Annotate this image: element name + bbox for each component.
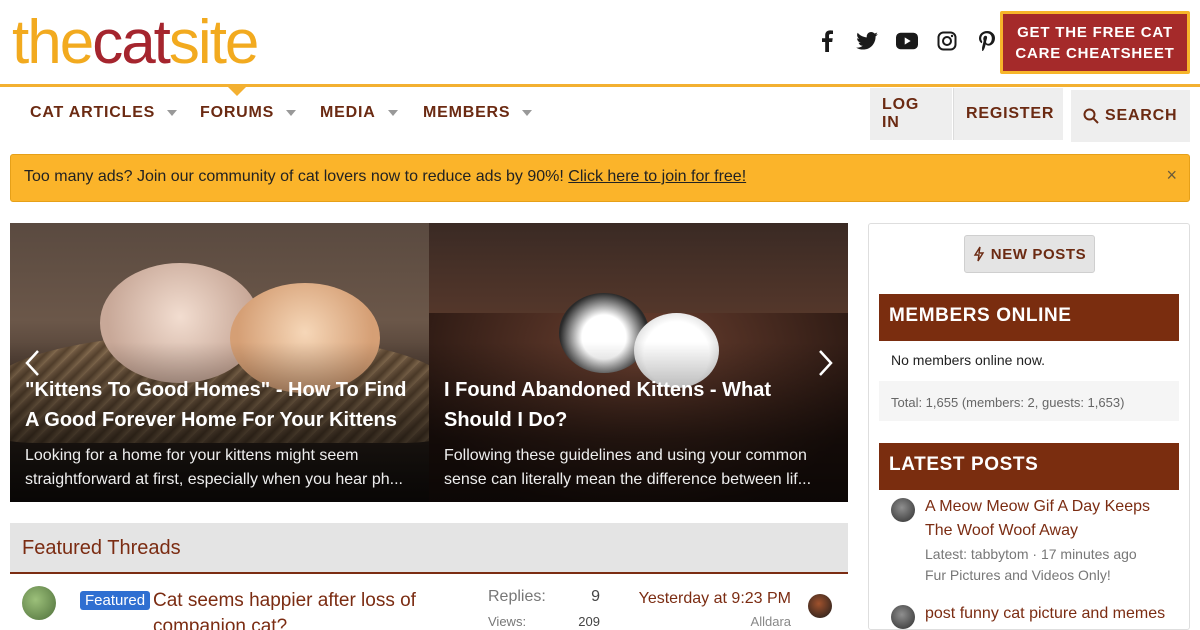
facebook-icon[interactable] — [816, 30, 838, 52]
social-links — [816, 30, 998, 52]
online-status-text: No members online now. — [891, 352, 1046, 368]
nav-forums[interactable]: FORUMS — [200, 104, 297, 122]
logo-part-the: the — [12, 8, 94, 77]
carousel-slide[interactable]: I Found Abandoned Kittens - What Should … — [429, 223, 848, 502]
latest-post-title[interactable]: A Meow Meow Gif A Day Keeps The Woof Woo… — [925, 495, 1179, 543]
latest-posts-heading[interactable]: LATEST POSTS — [879, 443, 1179, 490]
join-link[interactable]: Click here to join for free! — [568, 168, 746, 185]
carousel-prev-icon[interactable] — [24, 349, 40, 385]
nav-members[interactable]: MEMBERS — [423, 104, 533, 122]
article-carousel: "Kittens To Good Homes" - How To Find A … — [10, 223, 848, 502]
thread-title[interactable]: Cat seems happier after loss of companio… — [153, 588, 473, 630]
slide-title[interactable]: "Kittens To Good Homes" - How To Find A … — [25, 375, 420, 435]
logo-part-site: site — [168, 8, 259, 77]
slide-title[interactable]: I Found Abandoned Kittens - What Should … — [444, 375, 839, 435]
new-posts-label: NEW POSTS — [990, 245, 1087, 263]
close-icon[interactable]: × — [1166, 165, 1177, 186]
latest-post-item: A Meow Meow Gif A Day Keeps The Woof Woo… — [879, 495, 1179, 590]
views-count: 209 — [578, 614, 600, 629]
online-total: Total: 1,655 (members: 2, guests: 1,653) — [879, 381, 1179, 421]
latest-post-time[interactable]: Yesterday at 9:23 PM — [639, 590, 791, 608]
avatar[interactable] — [891, 498, 915, 522]
join-notice-banner: Too many ads? Join our community of cat … — [10, 154, 1190, 202]
notice-text: Too many ads? Join our community of cat … — [24, 168, 746, 186]
views-label: Views: — [488, 614, 527, 629]
nav-label: MEMBERS — [423, 104, 511, 121]
youtube-icon[interactable] — [896, 30, 918, 52]
login-button[interactable]: LOG IN — [870, 88, 952, 140]
search-icon — [1083, 108, 1099, 124]
featured-threads: Featured Threads Featured Cat seems happ… — [10, 523, 848, 630]
sidebar: NEW POSTS MEMBERS ONLINE No members onli… — [868, 223, 1190, 630]
avatar[interactable] — [808, 594, 832, 618]
register-button[interactable]: REGISTER — [953, 88, 1063, 140]
instagram-icon[interactable] — [936, 30, 958, 52]
search-label: SEARCH — [1105, 107, 1178, 124]
nav-label: CAT ARTICLES — [30, 104, 156, 121]
main-nav: CAT ARTICLES FORUMS MEDIA MEMBERS LOG IN… — [0, 88, 1200, 142]
replies-count: 9 — [591, 588, 600, 605]
replies-label: Replies: — [488, 588, 546, 605]
featured-heading: Featured Threads — [10, 523, 848, 574]
carousel-slide[interactable]: "Kittens To Good Homes" - How To Find A … — [10, 223, 450, 502]
nav-label: MEDIA — [320, 104, 376, 121]
nav-cat-articles[interactable]: CAT ARTICLES — [30, 104, 178, 122]
site-logo[interactable]: thecatsite — [12, 8, 259, 78]
latest-post-item: post funny cat picture and memes — [879, 602, 1179, 630]
thread-row[interactable]: Featured Cat seems happier after loss of… — [10, 574, 848, 630]
slide-description: Looking for a home for your kittens migh… — [25, 447, 403, 488]
latest-post-user[interactable]: Alldara — [751, 614, 791, 629]
chevron-down-icon[interactable] — [522, 110, 533, 116]
new-posts-button[interactable]: NEW POSTS — [964, 235, 1095, 273]
chevron-down-icon[interactable] — [387, 110, 398, 116]
chevron-down-icon[interactable] — [286, 110, 297, 116]
avatar[interactable] — [22, 586, 56, 620]
twitter-icon[interactable] — [856, 30, 878, 52]
logo-part-cat: cat — [92, 8, 171, 77]
nav-media[interactable]: MEDIA — [320, 104, 398, 122]
pinterest-icon[interactable] — [976, 30, 998, 52]
cta-line-2: CARE CHEATSHEET — [1015, 45, 1175, 62]
header-divider — [0, 84, 1200, 87]
carousel-next-icon[interactable] — [818, 349, 834, 385]
featured-badge: Featured — [80, 591, 151, 610]
latest-post-forum[interactable]: Fur Pictures and Videos Only! — [925, 565, 1111, 586]
latest-post-meta[interactable]: Latest: tabbytom · 17 minutes ago — [925, 544, 1137, 565]
search-button[interactable]: SEARCH — [1071, 90, 1190, 142]
chevron-down-icon[interactable] — [167, 110, 178, 116]
lightning-icon — [973, 246, 985, 262]
site-header: thecatsite GET THE FREE CAT CARE CHEATSH… — [0, 0, 1200, 84]
cheatsheet-cta-button[interactable]: GET THE FREE CAT CARE CHEATSHEET — [1000, 11, 1190, 74]
cta-line-1: GET THE FREE CAT — [1017, 24, 1173, 41]
latest-post-title[interactable]: post funny cat picture and memes — [925, 602, 1179, 626]
members-online-heading[interactable]: MEMBERS ONLINE — [879, 294, 1179, 341]
notice-message: Too many ads? Join our community of cat … — [24, 168, 569, 185]
nav-label: FORUMS — [200, 104, 275, 121]
slide-description: Following these guidelines and using you… — [444, 447, 812, 488]
avatar[interactable] — [891, 605, 915, 629]
